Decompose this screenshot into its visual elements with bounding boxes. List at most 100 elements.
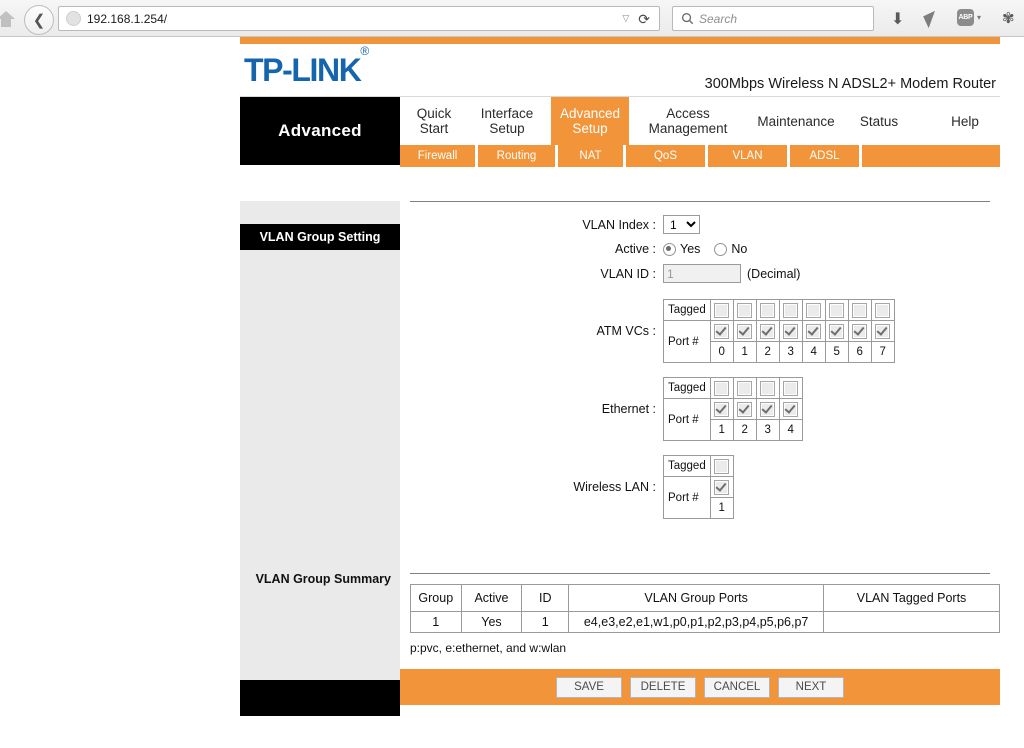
tagged-checkbox[interactable] — [737, 302, 753, 318]
save-button[interactable]: SAVE — [556, 676, 622, 698]
tab-status[interactable]: Status — [848, 97, 910, 145]
member-cell-4[interactable] — [801, 320, 826, 342]
tagged-cell-3[interactable] — [778, 299, 803, 321]
tagged-checkbox[interactable] — [875, 302, 891, 318]
member-checkbox[interactable] — [875, 323, 891, 339]
member-checkbox[interactable] — [714, 479, 730, 495]
member-cell-0[interactable] — [709, 320, 734, 342]
tagged-checkbox[interactable] — [783, 380, 799, 396]
tagged-cell-3[interactable] — [778, 377, 803, 399]
member-checkbox[interactable] — [760, 401, 776, 417]
tagged-cell-5[interactable] — [824, 299, 849, 321]
tagged-cell-4[interactable] — [801, 299, 826, 321]
member-cell-3[interactable] — [778, 398, 803, 420]
tagged-cell-1[interactable] — [732, 377, 757, 399]
member-checkbox[interactable] — [714, 401, 730, 417]
tagged-cell-1[interactable] — [732, 299, 757, 321]
active-yes-radio[interactable] — [663, 242, 676, 256]
tagged-checkbox[interactable] — [714, 302, 730, 318]
vlan-id-input[interactable] — [663, 264, 741, 283]
subtab-vlan[interactable]: VLAN — [708, 145, 790, 167]
sidebar-item-vlan-group-summary: VLAN Group Summary — [240, 568, 400, 590]
ethernet-label: Ethernet : — [601, 402, 656, 416]
subtab-qos[interactable]: QoS — [626, 145, 708, 167]
tagged-checkbox[interactable] — [806, 302, 822, 318]
tagged-cell-0[interactable] — [709, 377, 734, 399]
back-arrow-icon: ❮ — [32, 11, 46, 29]
member-cell-0[interactable] — [709, 476, 734, 498]
tagged-cell-0[interactable] — [709, 455, 734, 477]
tagged-cell-2[interactable] — [755, 377, 780, 399]
port-row-label: Port # — [663, 320, 711, 363]
tab-advanced-setup[interactable]: Advanced Setup — [551, 97, 629, 145]
member-checkbox[interactable] — [737, 401, 753, 417]
search-box[interactable]: Search — [672, 6, 874, 31]
url-text[interactable]: 192.168.1.254/ — [87, 12, 622, 26]
member-cell-7[interactable] — [870, 320, 895, 342]
member-cell-1[interactable] — [732, 320, 757, 342]
member-checkbox[interactable] — [714, 323, 730, 339]
member-cell-5[interactable] — [824, 320, 849, 342]
adblock-button[interactable]: ABP ▾ — [957, 9, 981, 26]
bee-icon[interactable]: ✾ — [1002, 9, 1015, 27]
cancel-button[interactable]: CANCEL — [704, 676, 770, 698]
top-orange-strip — [240, 37, 1000, 44]
tab-label-line1: Help — [951, 113, 979, 129]
chevron-down-icon[interactable]: ▾ — [977, 13, 981, 22]
member-checkbox[interactable] — [783, 401, 799, 417]
member-cell-3[interactable] — [778, 320, 803, 342]
member-checkbox[interactable] — [783, 323, 799, 339]
tab-help[interactable]: Help — [934, 97, 996, 145]
tagged-checkbox[interactable] — [714, 458, 730, 474]
tagged-cell-2[interactable] — [755, 299, 780, 321]
member-checkbox[interactable] — [829, 323, 845, 339]
tab-maintenance[interactable]: Maintenance — [748, 97, 844, 145]
subtab-nat[interactable]: NAT — [558, 145, 626, 167]
tagged-checkbox[interactable] — [852, 302, 868, 318]
tagged-cell-0[interactable] — [709, 299, 734, 321]
member-cell-0[interactable] — [709, 398, 734, 420]
reload-icon[interactable]: ⟳ — [638, 12, 650, 26]
member-checkbox[interactable] — [737, 323, 753, 339]
send-icon[interactable]: ◤ — [921, 7, 941, 31]
brand-header: TP-LINK® 300Mbps Wireless N ADSL2+ Modem… — [240, 44, 1000, 97]
tagged-cell-7[interactable] — [870, 299, 895, 321]
tagged-checkbox[interactable] — [737, 380, 753, 396]
member-cell-6[interactable] — [847, 320, 872, 342]
member-checkbox[interactable] — [760, 323, 776, 339]
vlan-id-label: VLAN ID : — [600, 266, 656, 281]
subtab-firewall[interactable]: Firewall — [400, 145, 478, 167]
member-checkbox[interactable] — [852, 323, 868, 339]
port-number: 0 — [709, 341, 734, 363]
vlan-index-select[interactable]: 1 — [663, 215, 700, 234]
vlan-index-label: VLAN Index : — [582, 217, 656, 232]
back-button[interactable]: ❮ — [24, 5, 54, 35]
delete-button[interactable]: DELETE — [630, 676, 696, 698]
next-button[interactable]: NEXT — [778, 676, 844, 698]
tagged-checkbox[interactable] — [714, 380, 730, 396]
member-cell-2[interactable] — [755, 398, 780, 420]
active-no-radio[interactable] — [714, 242, 728, 256]
subtab-routing[interactable]: Routing — [478, 145, 558, 167]
member-checkbox[interactable] — [806, 323, 822, 339]
address-bar[interactable]: 192.168.1.254/ ▽ ⟳ — [58, 6, 660, 31]
port-number: 3 — [778, 341, 803, 363]
chevron-down-icon[interactable]: ▽ — [622, 13, 629, 24]
subtab-adsl[interactable]: ADSL — [790, 145, 862, 167]
tab-access-management[interactable]: Access Management — [634, 97, 742, 145]
tagged-checkbox[interactable] — [783, 302, 799, 318]
sidebar-label: VLAN Group Setting — [259, 230, 381, 244]
active-no-label: No — [731, 242, 748, 256]
tagged-cell-6[interactable] — [847, 299, 872, 321]
tab-interface-setup[interactable]: Interface Setup — [468, 97, 546, 145]
tagged-checkbox[interactable] — [760, 380, 776, 396]
subtab-label: QoS — [653, 150, 677, 162]
download-icon[interactable]: ⬇ — [891, 9, 904, 29]
member-cell-1[interactable] — [732, 398, 757, 420]
tagged-checkbox[interactable] — [760, 302, 776, 318]
sidebar-footer-block — [240, 680, 400, 716]
tab-quick-start[interactable]: Quick Start — [400, 97, 468, 145]
home-icon[interactable] — [0, 9, 16, 29]
tagged-checkbox[interactable] — [829, 302, 845, 318]
member-cell-2[interactable] — [755, 320, 780, 342]
